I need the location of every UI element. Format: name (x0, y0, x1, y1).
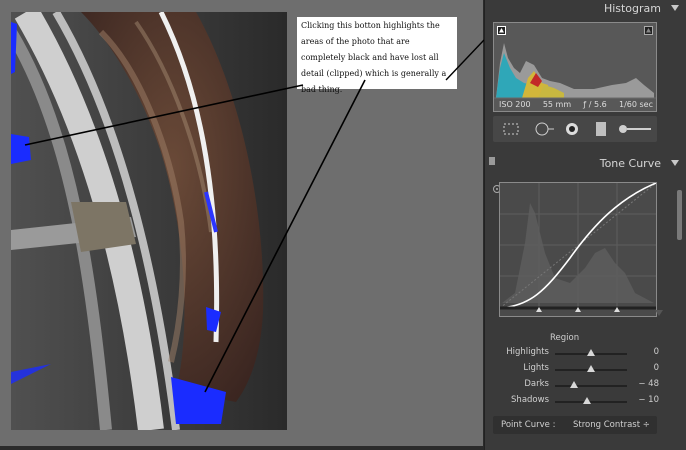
tone-curve-graph[interactable] (499, 182, 657, 317)
photo-image (11, 12, 287, 430)
slider-shadows[interactable]: Shadows − 10 (485, 395, 686, 409)
slider-lights[interactable]: Lights 0 (485, 363, 686, 377)
annotation-text: Clicking this botton highlights the area… (301, 21, 447, 94)
tone-curve-title: Tone Curve (599, 157, 661, 170)
develop-panel: Histogram ISO 200 55 mm ƒ / 5.6 1/60 sec (484, 0, 686, 450)
clip-shadows-icon[interactable] (497, 26, 506, 35)
histogram-graph (494, 43, 656, 99)
crop-icon[interactable] (501, 121, 523, 137)
slider-label: Darks (524, 379, 549, 389)
graduated-filter-icon[interactable] (593, 121, 611, 137)
slider-label: Lights (523, 363, 549, 373)
panel-scrollbar[interactable] (677, 190, 682, 240)
main-canvas: Clicking this botton highlights the area… (0, 0, 483, 446)
photo-preview (11, 12, 287, 430)
slider-value[interactable]: − 10 (619, 395, 659, 405)
slider-track[interactable] (555, 381, 627, 388)
exif-readout: ISO 200 55 mm ƒ / 5.6 1/60 sec (494, 100, 658, 109)
slider-thumb[interactable] (587, 349, 595, 356)
slider-track[interactable] (555, 349, 627, 356)
point-curve-select[interactable]: Strong Contrast ÷ (573, 416, 650, 434)
slider-label: Highlights (506, 347, 549, 357)
point-curve-bar: Point Curve : Strong Contrast ÷ (493, 416, 657, 434)
slider-value[interactable]: 0 (619, 363, 659, 373)
point-curve-label: Point Curve : (501, 420, 556, 430)
histogram-header[interactable]: Histogram (485, 0, 686, 18)
region-label: Region (550, 333, 580, 343)
slider-track[interactable] (555, 397, 627, 404)
spot-removal-icon[interactable] (533, 121, 555, 137)
slider-darks[interactable]: Darks − 48 (485, 379, 686, 393)
tone-curve-plot (499, 182, 657, 312)
adjustment-brush-icon[interactable] (617, 121, 653, 137)
slider-value[interactable]: − 48 (619, 379, 659, 389)
slider-highlights[interactable]: Highlights 0 (485, 347, 686, 361)
slider-thumb[interactable] (583, 397, 592, 404)
tool-strip (493, 116, 657, 142)
slider-label: Shadows (511, 395, 549, 405)
slider-thumb[interactable] (587, 365, 595, 372)
clip-highlights-icon[interactable] (644, 26, 653, 35)
slider-track[interactable] (555, 365, 627, 372)
annotation-callout: Clicking this botton highlights the area… (297, 17, 457, 94)
slider-value[interactable]: 0 (619, 347, 659, 357)
slider-thumb[interactable] (569, 381, 578, 388)
iso-value: ISO 200 (499, 100, 531, 109)
aperture-value: ƒ / 5.6 (583, 100, 607, 109)
collapse-triangle-icon[interactable] (671, 160, 679, 166)
collapse-triangle-icon[interactable] (671, 5, 679, 11)
histogram-title: Histogram (603, 2, 661, 15)
expand-triangle-icon[interactable] (655, 310, 663, 316)
tone-curve-header[interactable]: Tone Curve (485, 155, 686, 173)
shutter-value: 1/60 sec (618, 100, 653, 109)
panel-switch-icon[interactable] (489, 157, 495, 165)
histogram: ISO 200 55 mm ƒ / 5.6 1/60 sec (493, 22, 657, 112)
focal-length-value: 55 mm (542, 100, 572, 109)
redeye-icon[interactable] (563, 121, 585, 137)
